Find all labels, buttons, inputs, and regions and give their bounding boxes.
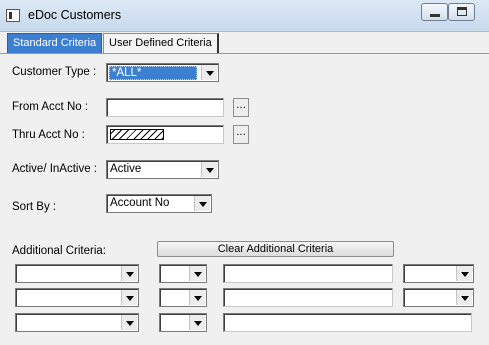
- chevron-down-icon[interactable]: [121, 315, 137, 330]
- criteria-connector-select[interactable]: [403, 288, 474, 307]
- additional-criteria-label: Additional Criteria:: [12, 245, 106, 257]
- criteria-operator-select[interactable]: [159, 313, 207, 332]
- chevron-down-icon[interactable]: [189, 266, 205, 281]
- chevron-down-icon[interactable]: [189, 315, 205, 330]
- sort-by-select[interactable]: Account No: [106, 194, 212, 213]
- criteria-operator-select[interactable]: [159, 264, 207, 283]
- criteria-value-input[interactable]: [223, 313, 472, 332]
- active-select[interactable]: Active: [106, 160, 219, 179]
- tab-user-defined-criteria[interactable]: User Defined Criteria: [103, 33, 219, 53]
- title-bar: eDoc Customers: [0, 0, 489, 32]
- from-acct-input[interactable]: [106, 98, 224, 117]
- active-value: Active: [110, 163, 142, 175]
- criteria-value-input[interactable]: [223, 288, 393, 307]
- criteria-connector-select[interactable]: [403, 264, 474, 283]
- clear-additional-criteria-button[interactable]: Clear Additional Criteria: [157, 241, 394, 257]
- thru-acct-label: Thru Acct No :: [12, 129, 85, 141]
- minimize-icon: [430, 14, 440, 17]
- criteria-field-select[interactable]: [15, 313, 139, 332]
- customer-type-value: *ALL*: [109, 66, 197, 80]
- criteria-operator-select[interactable]: [159, 288, 207, 307]
- tab-standard-criteria[interactable]: Standard Criteria: [7, 33, 103, 53]
- maximize-button[interactable]: [448, 3, 475, 21]
- chevron-down-icon[interactable]: [121, 290, 137, 305]
- maximize-icon: [457, 7, 467, 16]
- app-icon: [6, 9, 20, 22]
- thru-acct-lookup-button[interactable]: ...: [233, 125, 249, 144]
- chevron-down-icon[interactable]: [194, 196, 210, 211]
- chevron-down-icon[interactable]: [201, 162, 217, 177]
- customer-type-select[interactable]: *ALL*: [106, 63, 219, 82]
- from-acct-label: From Acct No :: [12, 101, 89, 113]
- chevron-down-icon[interactable]: [201, 65, 217, 80]
- criteria-value-input[interactable]: [223, 264, 393, 283]
- customer-type-label: Customer Type :: [12, 66, 97, 78]
- criteria-field-select[interactable]: [15, 264, 139, 283]
- tab-strip-divider: [0, 53, 489, 54]
- sort-by-value: Account No: [110, 197, 170, 209]
- chevron-down-icon[interactable]: [121, 266, 137, 281]
- thru-acct-input[interactable]: [106, 125, 224, 144]
- masked-value-pattern: [110, 129, 164, 140]
- window-title: eDoc Customers: [28, 8, 122, 22]
- active-label: Active/ InActive :: [12, 163, 98, 175]
- chevron-down-icon[interactable]: [456, 290, 472, 305]
- chevron-down-icon[interactable]: [456, 266, 472, 281]
- from-acct-lookup-button[interactable]: ...: [233, 98, 249, 117]
- criteria-field-select[interactable]: [15, 288, 139, 307]
- sort-by-label: Sort By :: [12, 201, 57, 213]
- chevron-down-icon[interactable]: [189, 290, 205, 305]
- minimize-button[interactable]: [421, 3, 448, 21]
